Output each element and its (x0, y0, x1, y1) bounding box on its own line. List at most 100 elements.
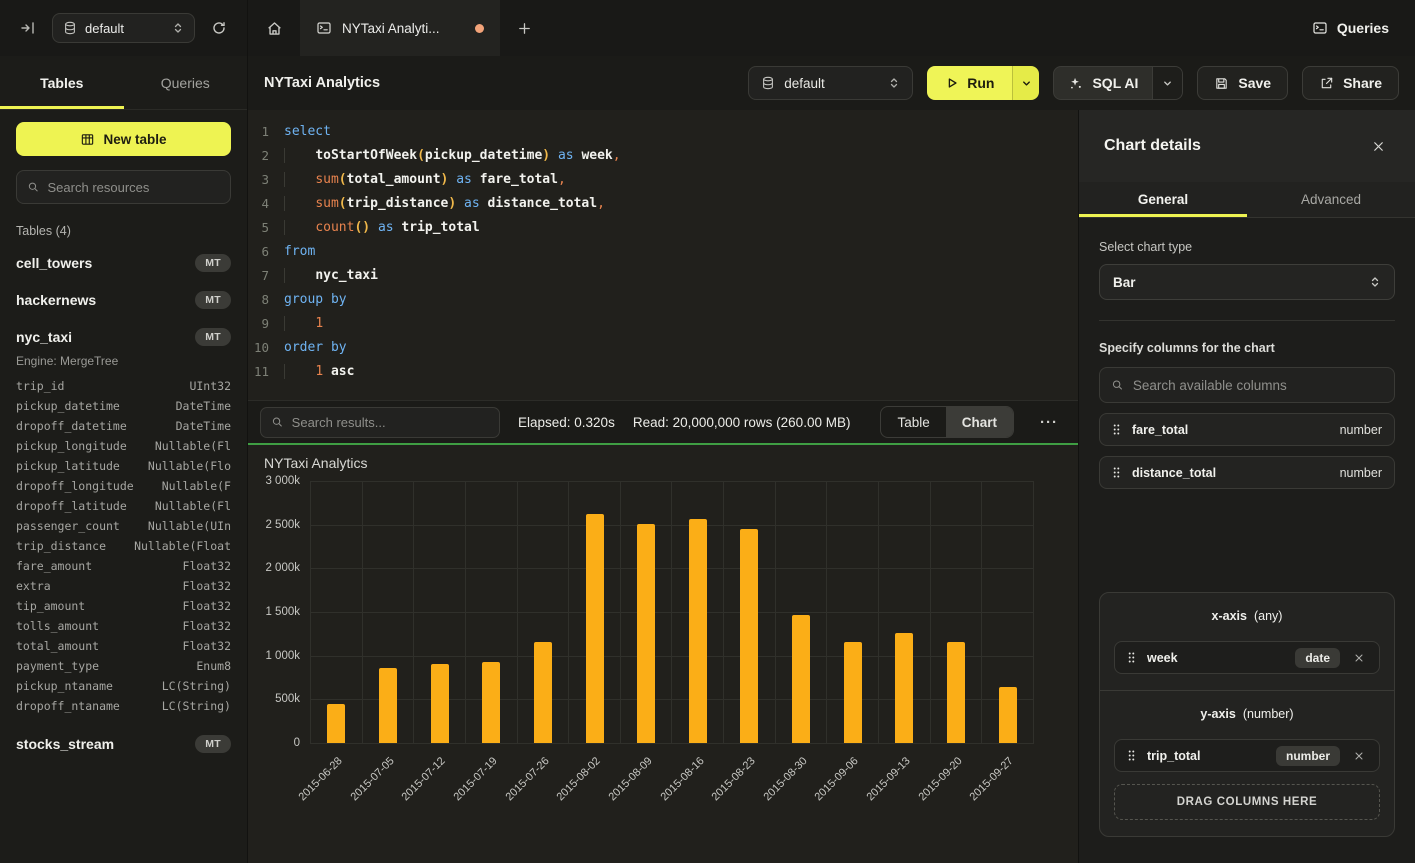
sql-ai-options-button[interactable] (1152, 67, 1182, 99)
bar[interactable] (792, 615, 810, 743)
chip-name: distance_total (1132, 466, 1216, 480)
content-row: 1select2 toStartOfWeek(pickup_datetime) … (248, 110, 1415, 863)
chevron-down-icon (1021, 78, 1032, 89)
chart-details-tabs: General Advanced (1079, 182, 1415, 218)
sql-editor[interactable]: 1select2 toStartOfWeek(pickup_datetime) … (248, 110, 1078, 400)
chart-type-label: Select chart type (1099, 240, 1395, 254)
bar[interactable] (586, 514, 604, 743)
search-results-input[interactable] (292, 415, 489, 430)
code-text: 1 asc (284, 360, 354, 384)
line-number: 4 (248, 192, 284, 216)
bar[interactable] (327, 704, 345, 743)
chevron-updown-icon (1369, 276, 1381, 288)
columns-search (1099, 367, 1395, 403)
bar[interactable] (689, 519, 707, 743)
column-chip[interactable]: weekdate (1114, 641, 1380, 674)
view-toggle-chart[interactable]: Chart (946, 407, 1013, 437)
drag-handle[interactable] (1127, 749, 1136, 762)
search-columns-input[interactable] (1133, 378, 1383, 393)
column-chip[interactable]: fare_totalnumber (1099, 413, 1395, 446)
tab-tables[interactable]: Tables (0, 56, 124, 109)
home-button[interactable] (248, 0, 300, 56)
y-tick-label: 3 000k (265, 475, 300, 487)
table-row-hackernews[interactable]: hackernews MT (16, 288, 231, 312)
column-chip[interactable]: distance_total number (1099, 456, 1395, 489)
bar[interactable] (740, 529, 758, 743)
toolbar-database-value: default (784, 76, 825, 91)
tab-advanced[interactable]: Advanced (1247, 182, 1415, 217)
plus-icon (517, 21, 532, 36)
drag-handle-icon (1127, 749, 1136, 762)
bar[interactable] (534, 642, 552, 743)
code-text: from (284, 240, 315, 264)
results-toolbar: Elapsed: 0.320s Read: 20,000,000 rows (2… (248, 400, 1078, 445)
code-text: sum(total_amount) as fare_total, (284, 168, 566, 192)
refresh-button[interactable] (205, 14, 233, 42)
elapsed-stat: Elapsed: 0.320s (518, 415, 615, 430)
bar-cell: 2015-09-20 (930, 481, 982, 743)
run-options-button[interactable] (1012, 66, 1039, 100)
bar[interactable] (379, 668, 397, 743)
table-row-cell-towers[interactable]: cell_towers MT (16, 251, 231, 275)
drag-handle[interactable] (1112, 466, 1121, 479)
code-line: 3 sum(total_amount) as fare_total, (248, 168, 1078, 192)
bar[interactable] (431, 664, 449, 743)
collapse-sidebar-button[interactable] (14, 14, 42, 42)
sql-ai-button[interactable]: SQL AI (1054, 67, 1152, 99)
tab-general[interactable]: General (1079, 182, 1247, 217)
table-row-stocks-stream[interactable]: stocks_stream MT (16, 732, 231, 756)
view-toggle-table[interactable]: Table (881, 407, 945, 437)
x-axis-chips: weekdate (1114, 641, 1380, 674)
drag-handle[interactable] (1112, 423, 1121, 436)
search-resources-input[interactable] (48, 180, 220, 195)
table-row-nyc-taxi[interactable]: nyc_taxi MT (16, 325, 231, 349)
bar[interactable] (895, 633, 913, 743)
chart-type-select[interactable]: Bar (1099, 264, 1395, 300)
left-sidebar: Tables Queries New table Tables (4) cell… (0, 56, 248, 863)
save-button[interactable]: Save (1197, 66, 1288, 100)
table-name: hackernews (16, 292, 96, 308)
share-button[interactable]: Share (1302, 66, 1399, 100)
x-tick-label: 2015-09-20 (916, 755, 964, 803)
chip-type: number (1340, 466, 1382, 480)
more-options-button[interactable]: ··· (1032, 414, 1066, 431)
bar-cell: 2015-09-06 (826, 481, 878, 743)
column-name: passenger_count (16, 516, 120, 536)
tab-nytaxi-analytics[interactable]: NYTaxi Analyti... (300, 0, 500, 56)
remove-chip-button[interactable] (1351, 650, 1367, 666)
remove-chip-button[interactable] (1351, 748, 1367, 764)
drag-columns-drop-zone[interactable]: DRAG COLUMNS HERE (1114, 784, 1380, 820)
column-row: pickup_latitudeNullable(Flo (16, 456, 231, 476)
tab-queries[interactable]: Queries (124, 56, 248, 109)
close-panel-button[interactable] (1367, 135, 1390, 158)
column-type: Float32 (183, 596, 231, 616)
queries-button[interactable]: Queries (1286, 0, 1415, 56)
bar-cell: 2015-08-16 (671, 481, 723, 743)
tab-title: NYTaxi Analyti... (342, 21, 440, 36)
y-tick-label: 2 500k (265, 519, 300, 531)
column-name: pickup_latitude (16, 456, 120, 476)
column-type: Nullable(Fl (155, 496, 231, 516)
sidebar-top: default (0, 0, 248, 56)
bar[interactable] (637, 524, 655, 743)
search-icon (271, 415, 284, 429)
bar[interactable] (482, 662, 500, 743)
x-axis-label: x-axis (1212, 609, 1247, 623)
new-tab-button[interactable] (500, 0, 548, 56)
column-type: DateTime (176, 416, 231, 436)
drag-handle[interactable] (1127, 651, 1136, 664)
new-table-label: New table (103, 132, 166, 147)
code-line: 7 nyc_taxi (248, 264, 1078, 288)
column-name: fare_amount (16, 556, 92, 576)
toolbar-database-selector[interactable]: default (748, 66, 913, 100)
new-table-button[interactable]: New table (16, 122, 231, 156)
column-chip[interactable]: trip_totalnumber (1114, 739, 1380, 772)
bar[interactable] (947, 642, 965, 743)
code-line: 11 1 asc (248, 360, 1078, 384)
run-button[interactable]: Run (927, 66, 1012, 100)
bar[interactable] (844, 642, 862, 743)
bar[interactable] (999, 687, 1017, 743)
database-selector[interactable]: default (52, 13, 195, 43)
y-tick-label: 0 (294, 737, 300, 749)
collapse-sidebar-icon (20, 20, 36, 36)
